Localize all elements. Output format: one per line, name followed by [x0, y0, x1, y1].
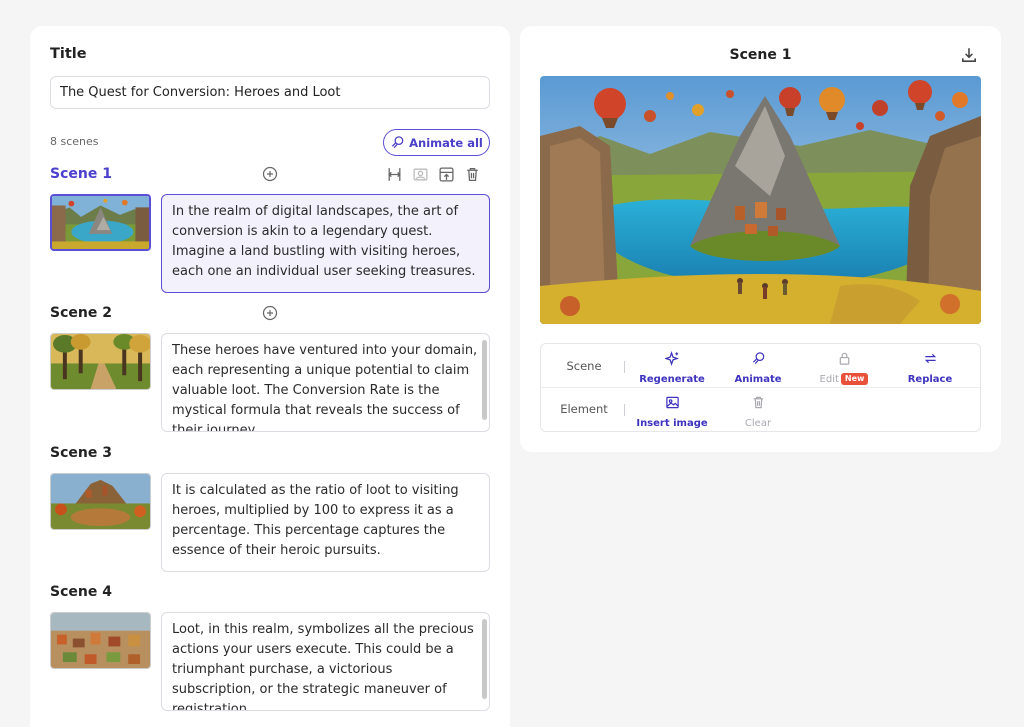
replace-label: Replace — [907, 374, 953, 385]
merge-icon[interactable] — [438, 166, 455, 183]
title-label: Title — [50, 46, 87, 62]
scene-count: 8 scenes — [50, 135, 99, 148]
scene-preview-image[interactable] — [540, 76, 981, 324]
sparkle-icon — [664, 351, 679, 366]
split-icon[interactable] — [386, 166, 403, 183]
scene-thumbnail[interactable] — [50, 194, 151, 251]
tools-divider — [541, 387, 980, 388]
scene-title: Scene 3 — [50, 445, 112, 461]
scene-tools-box: Scene Regenerate Animate Edit New Replace… — [540, 343, 981, 432]
scene-title: Scene 4 — [50, 584, 112, 600]
scene-thumbnail[interactable] — [50, 473, 151, 530]
insert-image-label: Insert image — [636, 418, 708, 429]
animate-icon — [752, 352, 764, 365]
scene-row-label: Scene — [566, 359, 602, 373]
row-divider — [624, 404, 625, 416]
trash-icon — [753, 396, 763, 409]
replace-button[interactable]: Replace — [890, 351, 970, 386]
scene-text[interactable]: Loot, in this realm, symbolizes all the … — [161, 612, 490, 711]
scene-preview-panel: Scene 1 Scene Regenerate Animate Edit Ne… — [520, 26, 1001, 452]
scene-thumbnail[interactable] — [50, 612, 151, 669]
mountain-island-illustration — [540, 76, 981, 324]
animate-button[interactable]: Animate — [718, 351, 798, 386]
title-input[interactable] — [50, 76, 490, 109]
scene-text[interactable]: It is calculated as the ratio of loot to… — [161, 473, 490, 572]
script-editor-panel: Title 8 scenes Animate all Scene 1 — [30, 26, 510, 727]
animate-icon — [392, 136, 404, 149]
add-scene-icon[interactable] — [262, 166, 278, 182]
lock-icon — [839, 352, 849, 365]
clear-label: Clear — [744, 418, 772, 429]
image-icon — [665, 396, 679, 409]
add-scene-icon[interactable] — [262, 305, 278, 321]
scrollbar[interactable] — [482, 619, 487, 699]
animate-all-button[interactable]: Animate all — [383, 129, 490, 156]
village-thumbnail — [51, 474, 150, 529]
download-icon[interactable] — [960, 46, 978, 64]
regenerate-label: Regenerate — [639, 374, 705, 385]
preview-title: Scene 1 — [729, 47, 792, 63]
scene-text-content: These heroes have ventured into your dom… — [172, 343, 478, 432]
new-badge: New — [840, 373, 869, 385]
scene-text-content: Loot, in this realm, symbolizes all the … — [172, 622, 474, 711]
scene-toolbar — [386, 166, 481, 183]
scene-text[interactable]: In the realm of digital landscapes, the … — [161, 194, 490, 293]
replace-icon — [924, 353, 936, 364]
edit-button[interactable]: Edit New — [804, 351, 884, 386]
animate-label: Animate — [734, 374, 782, 385]
element-row-label: Element — [560, 402, 608, 416]
trash-icon[interactable] — [464, 166, 481, 183]
image-icon[interactable] — [412, 166, 429, 183]
city-thumbnail — [51, 613, 150, 668]
scene-text[interactable]: These heroes have ventured into your dom… — [161, 333, 490, 432]
forest-path-thumbnail — [51, 334, 150, 389]
scene-thumbnail[interactable] — [50, 333, 151, 390]
insert-image-button[interactable]: Insert image — [632, 395, 712, 430]
regenerate-button[interactable]: Regenerate — [632, 351, 712, 386]
clear-button[interactable]: Clear — [718, 395, 798, 430]
row-divider — [624, 361, 625, 373]
scene-title: Scene 2 — [50, 305, 112, 321]
scene-title: Scene 1 — [50, 166, 112, 182]
animate-all-label: Animate all — [409, 135, 483, 150]
edit-label: Edit — [819, 374, 839, 385]
scrollbar[interactable] — [482, 340, 487, 420]
mountain-island-thumbnail — [52, 196, 149, 249]
